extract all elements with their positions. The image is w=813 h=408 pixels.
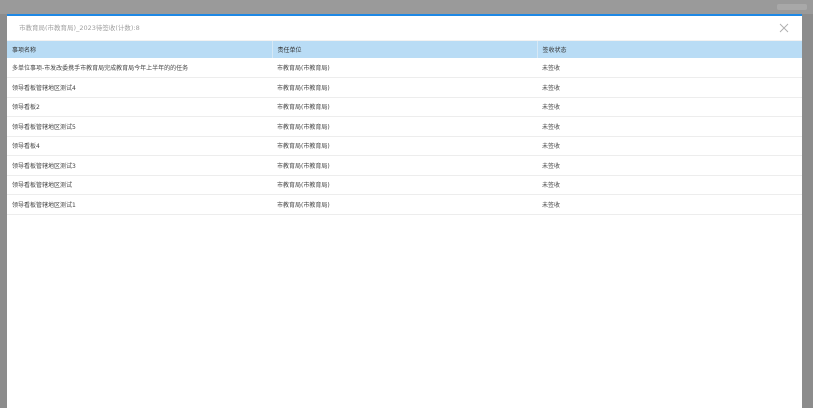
column-header-responsible-unit[interactable]: 责任单位 — [272, 41, 538, 58]
item-name-cell: 领导看板2 — [12, 104, 40, 112]
signoff-status-cell: 未签收 — [542, 123, 561, 131]
signoff-status-cell: 未签收 — [542, 104, 561, 112]
signoff-status-cell: 未签收 — [542, 84, 561, 92]
pending-signoff-dialog: 市教育局(市教育局)_2023待签收(计数):8 事项名称 责任单位 签收状态 … — [7, 14, 802, 408]
backdrop-overlay — [0, 0, 813, 14]
close-icon[interactable] — [778, 22, 790, 34]
signoff-status-cell: 未签收 — [542, 65, 561, 72]
item-name-cell: 领导看板管辖地区测试 — [12, 182, 73, 190]
responsible-unit-cell: 市教育局(市教育局) — [277, 162, 330, 170]
table-row[interactable]: 多单位事项-市发改委携手市教育局完成教育局今年上半年的的任务 市教育局(市教育局… — [7, 58, 802, 78]
dialog-header: 市教育局(市教育局)_2023待签收(计数):8 — [7, 16, 802, 41]
table-row[interactable]: 领导看板管辖地区测试3 市教育局(市教育局) 未签收 — [7, 156, 802, 175]
table-row[interactable]: 领导看板4 市教育局(市教育局) 未签收 — [7, 136, 802, 156]
dialog-title: 市教育局(市教育局)_2023待签收(计数):8 — [19, 24, 140, 32]
column-header-item-name[interactable]: 事项名称 — [7, 41, 273, 58]
backdrop-toolbar — [777, 4, 807, 10]
item-name-cell: 多单位事项-市发改委携手市教育局完成教育局今年上半年的的任务 — [12, 65, 189, 72]
responsible-unit-cell: 市教育局(市教育局) — [277, 143, 330, 151]
table-row[interactable]: 领导看板管辖地区测试4 市教育局(市教育局) 未签收 — [7, 78, 802, 97]
responsible-unit-cell: 市教育局(市教育局) — [277, 65, 330, 72]
table-header-row: 事项名称 责任单位 签收状态 — [7, 41, 802, 58]
table-row[interactable]: 领导看板管辖地区测试1 市教育局(市教育局) 未签收 — [7, 195, 802, 214]
responsible-unit-cell: 市教育局(市教育局) — [277, 182, 330, 190]
item-name-cell: 领导看板4 — [12, 143, 40, 151]
responsible-unit-cell: 市教育局(市教育局) — [277, 84, 330, 92]
responsible-unit-cell: 市教育局(市教育局) — [277, 123, 330, 131]
signoff-status-cell: 未签收 — [542, 143, 561, 151]
table-row[interactable]: 领导看板管辖地区测试5 市教育局(市教育局) 未签收 — [7, 117, 802, 136]
table-row[interactable]: 领导看板2 市教育局(市教育局) 未签收 — [7, 97, 802, 117]
signoff-status-cell: 未签收 — [542, 201, 561, 209]
item-name-cell: 领导看板管辖地区测试1 — [12, 201, 76, 209]
item-name-cell: 领导看板管辖地区测试5 — [12, 123, 76, 131]
item-name-cell: 领导看板管辖地区测试4 — [12, 84, 76, 92]
signoff-status-cell: 未签收 — [542, 182, 561, 190]
signoff-table: 事项名称 责任单位 签收状态 多单位事项-市发改委携手市教育局完成教育局今年上半… — [7, 41, 802, 215]
responsible-unit-cell: 市教育局(市教育局) — [277, 104, 330, 112]
item-name-cell: 领导看板管辖地区测试3 — [12, 162, 76, 170]
table-row[interactable]: 领导看板管辖地区测试 市教育局(市教育局) 未签收 — [7, 175, 802, 195]
column-header-signoff-status[interactable]: 签收状态 — [537, 41, 802, 58]
responsible-unit-cell: 市教育局(市教育局) — [277, 201, 330, 209]
signoff-status-cell: 未签收 — [542, 162, 561, 170]
